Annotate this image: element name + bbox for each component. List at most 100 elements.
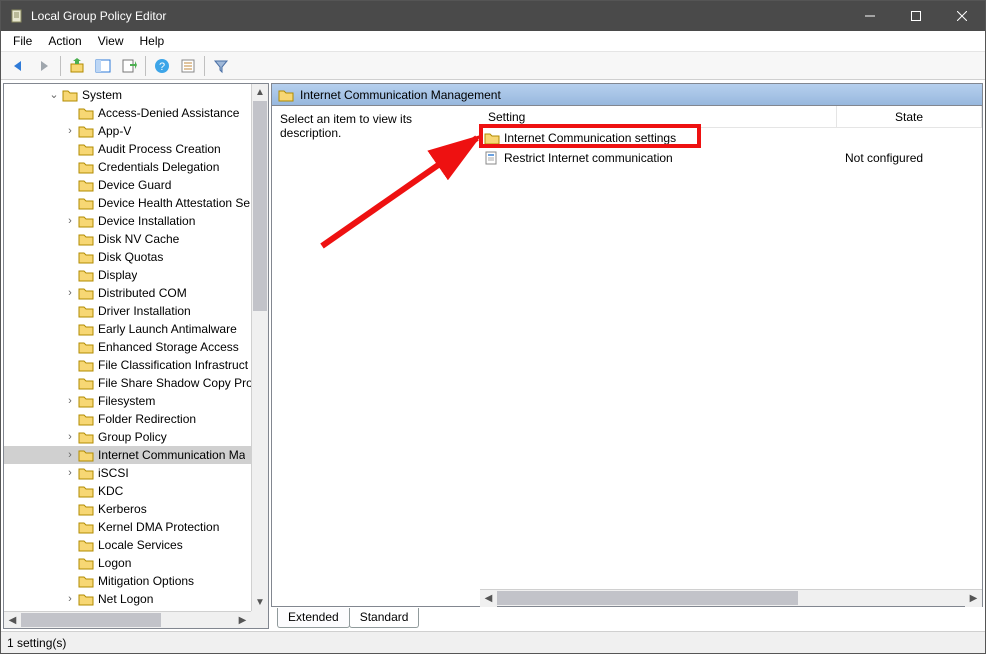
tree-item[interactable]: Driver Installation bbox=[4, 302, 268, 320]
up-button[interactable] bbox=[65, 54, 89, 78]
scroll-thumb[interactable] bbox=[253, 101, 267, 311]
folder-icon bbox=[484, 130, 500, 146]
chevron-right-icon[interactable]: › bbox=[62, 123, 78, 139]
tab-standard[interactable]: Standard bbox=[349, 608, 420, 628]
back-button[interactable] bbox=[6, 54, 30, 78]
close-button[interactable] bbox=[939, 1, 985, 31]
folder-icon bbox=[78, 574, 94, 588]
tree-item[interactable]: Mitigation Options bbox=[4, 572, 268, 590]
tree-item[interactable]: File Classification Infrastruct bbox=[4, 356, 268, 374]
tree-item[interactable]: ›Group Policy bbox=[4, 428, 268, 446]
tree-item-label: Early Launch Antimalware bbox=[98, 320, 237, 338]
maximize-button[interactable] bbox=[893, 1, 939, 31]
tree-item-label: Audit Process Creation bbox=[98, 140, 221, 158]
scroll-thumb[interactable] bbox=[497, 591, 798, 605]
menu-view[interactable]: View bbox=[90, 32, 132, 50]
tree-item[interactable]: File Share Shadow Copy Pro bbox=[4, 374, 268, 392]
tree-item[interactable]: ›Filesystem bbox=[4, 392, 268, 410]
tree-item[interactable]: Kerberos bbox=[4, 500, 268, 518]
tree-item-label: Driver Installation bbox=[98, 302, 191, 320]
tree-item-system[interactable]: ⌄System bbox=[4, 86, 268, 104]
forward-button[interactable] bbox=[32, 54, 56, 78]
tree-item[interactable]: Device Health Attestation Se bbox=[4, 194, 268, 212]
tree-item[interactable]: Access-Denied Assistance bbox=[4, 104, 268, 122]
tree-item[interactable]: Device Guard bbox=[4, 176, 268, 194]
chevron-right-icon[interactable]: › bbox=[62, 285, 78, 301]
tree-item[interactable]: ›Net Logon bbox=[4, 590, 268, 608]
menu-file[interactable]: File bbox=[5, 32, 40, 50]
tree-item[interactable]: Logon bbox=[4, 554, 268, 572]
tree[interactable]: ⌄SystemAccess-Denied Assistance›App-VAud… bbox=[4, 84, 268, 610]
tree-item[interactable]: Early Launch Antimalware bbox=[4, 320, 268, 338]
list-row[interactable]: Restrict Internet communicationNot confi… bbox=[480, 148, 982, 168]
minimize-button[interactable] bbox=[847, 1, 893, 31]
scroll-right-button[interactable]: ▶ bbox=[965, 590, 982, 607]
list-header: Setting State bbox=[480, 106, 982, 128]
filter-button[interactable] bbox=[209, 54, 233, 78]
tree-item-label: Device Installation bbox=[98, 212, 195, 230]
folder-icon bbox=[78, 556, 94, 570]
folder-icon bbox=[78, 160, 94, 174]
tree-item-label: Device Health Attestation Se bbox=[98, 194, 250, 212]
folder-icon bbox=[78, 448, 94, 462]
folder-icon bbox=[62, 88, 78, 102]
tree-item[interactable]: Audit Process Creation bbox=[4, 140, 268, 158]
tab-extended[interactable]: Extended bbox=[277, 608, 350, 628]
help-button[interactable]: ? bbox=[150, 54, 174, 78]
view-tabs: Extended Standard bbox=[271, 607, 983, 629]
folder-icon bbox=[78, 592, 94, 606]
chevron-right-icon[interactable]: › bbox=[62, 591, 78, 607]
list-rows: Internet Communication settingsRestrict … bbox=[480, 128, 982, 606]
tree-item-label: KDC bbox=[98, 482, 123, 500]
tree-item[interactable]: Kernel DMA Protection bbox=[4, 518, 268, 536]
tree-item[interactable]: Locale Services bbox=[4, 536, 268, 554]
tree-item[interactable]: ›Internet Communication Ma bbox=[4, 446, 268, 464]
folder-icon bbox=[78, 484, 94, 498]
chevron-down-icon[interactable]: ⌄ bbox=[46, 87, 62, 103]
tree-item-label: Credentials Delegation bbox=[98, 158, 219, 176]
tree-item[interactable]: Disk NV Cache bbox=[4, 230, 268, 248]
tree-item[interactable]: KDC bbox=[4, 482, 268, 500]
folder-icon bbox=[78, 322, 94, 336]
tree-item[interactable]: Folder Redirection bbox=[4, 410, 268, 428]
chevron-right-icon[interactable]: › bbox=[62, 213, 78, 229]
tree-item[interactable]: ›App-V bbox=[4, 122, 268, 140]
tree-item-label: Disk Quotas bbox=[98, 248, 163, 266]
scroll-up-button[interactable]: ▲ bbox=[252, 84, 268, 101]
menu-help[interactable]: Help bbox=[132, 32, 173, 50]
scroll-left-button[interactable]: ◀ bbox=[480, 590, 497, 607]
menu-action[interactable]: Action bbox=[40, 32, 89, 50]
chevron-right-icon[interactable]: › bbox=[62, 447, 78, 463]
svg-text:?: ? bbox=[159, 61, 165, 73]
properties-button[interactable] bbox=[176, 54, 200, 78]
tree-item-label: Display bbox=[98, 266, 137, 284]
scroll-right-button[interactable]: ▶ bbox=[234, 612, 251, 628]
list-row[interactable]: Internet Communication settings bbox=[480, 128, 982, 148]
tree-vertical-scrollbar[interactable]: ▲ ▼ bbox=[251, 84, 268, 611]
tree-item[interactable]: ›iSCSI bbox=[4, 464, 268, 482]
tree-item[interactable]: Display bbox=[4, 266, 268, 284]
list-horizontal-scrollbar[interactable]: ◀ ▶ bbox=[480, 589, 982, 606]
chevron-right-icon[interactable]: › bbox=[62, 465, 78, 481]
column-header-setting[interactable]: Setting bbox=[480, 106, 837, 127]
scroll-down-button[interactable]: ▼ bbox=[252, 594, 268, 611]
show-hide-tree-button[interactable] bbox=[91, 54, 115, 78]
settings-list: Setting State Internet Communication set… bbox=[480, 106, 982, 606]
export-list-button[interactable] bbox=[117, 54, 141, 78]
tree-item[interactable]: › Device Installation bbox=[4, 212, 268, 230]
tree-item[interactable]: ›Distributed COM bbox=[4, 284, 268, 302]
chevron-right-icon[interactable]: › bbox=[62, 393, 78, 409]
folder-icon bbox=[78, 376, 94, 390]
chevron-right-icon[interactable]: › bbox=[62, 429, 78, 445]
tree-item-label: Kernel DMA Protection bbox=[98, 518, 219, 536]
tree-horizontal-scrollbar[interactable]: ◀ ▶ bbox=[4, 611, 251, 628]
scroll-left-button[interactable]: ◀ bbox=[4, 612, 21, 628]
tree-item[interactable]: Disk Quotas bbox=[4, 248, 268, 266]
window-title: Local Group Policy Editor bbox=[31, 9, 847, 23]
column-header-state[interactable]: State bbox=[837, 106, 982, 127]
menubar: File Action View Help bbox=[1, 31, 985, 52]
scroll-thumb[interactable] bbox=[21, 613, 161, 627]
tree-item[interactable]: Enhanced Storage Access bbox=[4, 338, 268, 356]
details-header-title: Internet Communication Management bbox=[300, 88, 501, 102]
tree-item[interactable]: Credentials Delegation bbox=[4, 158, 268, 176]
